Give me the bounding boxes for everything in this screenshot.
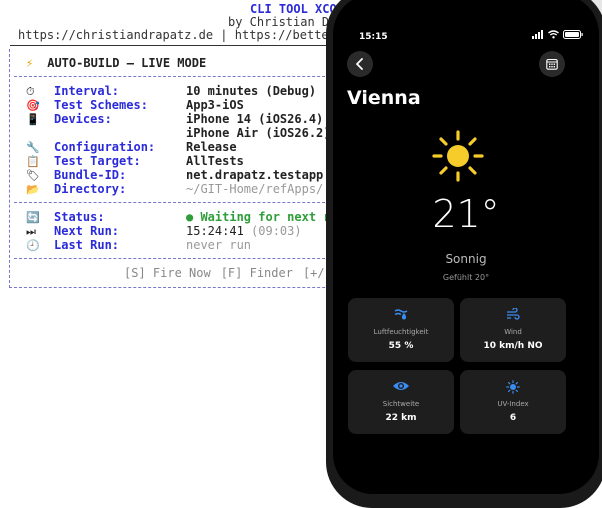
status-row: 🔄 Status: ● Waiting for next r <box>26 210 331 224</box>
tool-links: https://christiandrapatz.de | https://be… <box>18 28 336 42</box>
wrench-icon: 🔧 <box>26 141 40 154</box>
calendar-icon <box>546 58 558 70</box>
fire-now-shortcut[interactable]: [S] Fire Now <box>124 266 211 280</box>
config-row-devices-2: iPhone Air (iOS26.2) <box>186 126 331 140</box>
uv-card: UV-Index 6 <box>460 370 566 434</box>
config-row-configuration: 🔧 Configuration: Release <box>26 140 237 154</box>
uv-sun-icon <box>506 380 520 394</box>
keys-divider <box>14 258 340 259</box>
config-row-directory: 📂 Directory: ~/GIT-Home/refApps/ <box>26 182 324 196</box>
shortcut-bar: [S] Fire Now [F] Finder [+/ <box>124 266 335 280</box>
signal-icon <box>532 30 543 39</box>
config-row-schemes: 🎯 Test Schemes: App3-iOS <box>26 98 244 112</box>
last-run-row: 🕘 Last Run: never run <box>26 238 252 252</box>
fast-forward-icon: ⏭ <box>26 225 36 238</box>
clock-icon: 🕘 <box>26 239 40 252</box>
config-row-interval: ⏱ Interval: 10 minutes (Debug) <box>26 84 317 98</box>
mode-divider <box>14 76 340 77</box>
wind-icon <box>507 308 520 320</box>
folder-icon: 📂 <box>26 183 40 196</box>
next-run-row: ⏭ Next Run: 15:24:41 (09:03) <box>26 224 302 238</box>
temperature: 21° <box>432 192 500 236</box>
target-icon: 🎯 <box>26 99 40 112</box>
condition: Sonnig <box>445 252 487 266</box>
calendar-button[interactable] <box>539 51 565 77</box>
config-row-target: 📋 Test Target: AllTests <box>26 154 244 168</box>
lightning-icon: ⚡ <box>26 56 34 70</box>
refresh-icon: 🔄 <box>26 211 40 224</box>
battery-icon <box>563 30 583 39</box>
finder-shortcut[interactable]: [F] Finder <box>221 266 293 280</box>
status-divider <box>14 202 340 203</box>
visibility-card: Sichtweite 22 km <box>348 370 454 434</box>
config-row-devices: 📱 Devices: iPhone 14 (iOS26.4) <box>26 112 324 126</box>
sun-icon <box>432 130 484 182</box>
mode-label: AUTO-BUILD — LIVE MODE <box>47 56 207 70</box>
clipboard-icon: 📋 <box>26 155 40 168</box>
weather-screen: 15:15 Vienna 21° Sonnig Gefühlt 20° Luft… <box>333 0 599 494</box>
humidity-card: Luftfeuchtigkeit 55 % <box>348 298 454 362</box>
feels-like: Gefühlt 20° <box>442 273 490 282</box>
header-divider <box>10 45 340 46</box>
tag-icon: 🏷 <box>26 169 40 182</box>
stopwatch-icon: ⏱ <box>26 85 35 98</box>
wind-card: Wind 10 km/h NO <box>460 298 566 362</box>
eye-icon <box>393 382 409 390</box>
status-time: 15:15 <box>359 32 388 42</box>
chevron-left-icon <box>356 58 363 70</box>
mode-line: ⚡ AUTO-BUILD — LIVE MODE <box>26 56 206 70</box>
phone-icon: 📱 <box>26 113 40 126</box>
wifi-icon <box>548 30 559 39</box>
city-name: Vienna <box>347 87 421 109</box>
status-icons <box>532 30 583 39</box>
config-row-bundle: 🏷 Bundle-ID: net.drapatz.testapp <box>26 168 324 182</box>
back-button[interactable] <box>347 51 373 77</box>
humidity-icon <box>394 309 408 320</box>
